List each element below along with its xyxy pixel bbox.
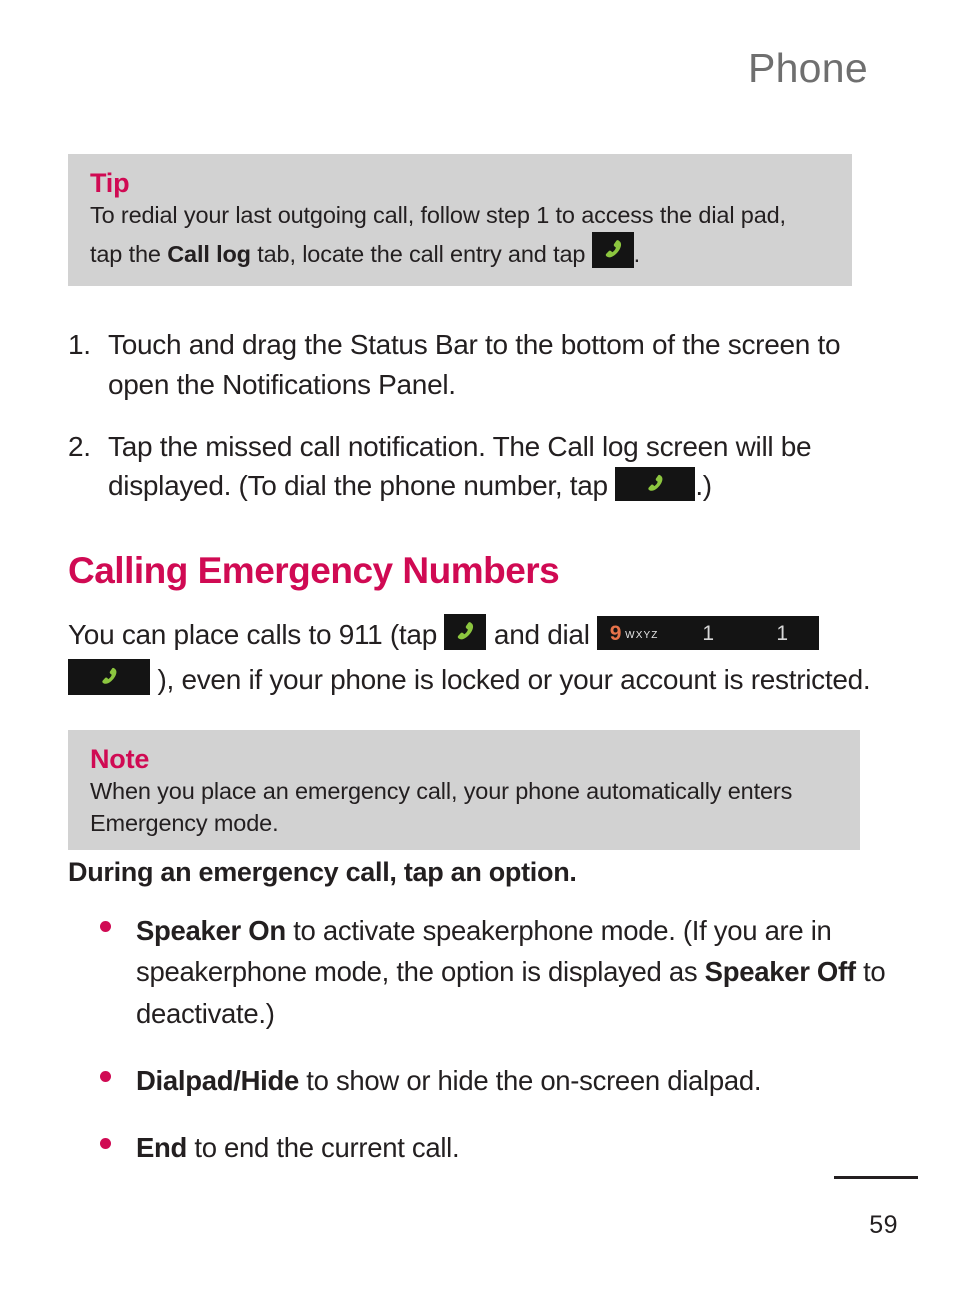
running-head-title: Phone (747, 45, 868, 91)
step-text: Touch and drag the Status Bar to the bot… (108, 329, 841, 400)
dialpad-key-9-label: 9 WXYZ (597, 616, 671, 650)
dialpad-key-1-first-label: 1 (671, 616, 745, 650)
option-text: Dialpad/Hide to show or hide the on-scre… (136, 1060, 890, 1101)
option-text: End to end the current call. (136, 1127, 890, 1168)
section-heading: Calling Emergency Numbers (68, 550, 560, 591)
phone-handset-icon[interactable] (591, 231, 634, 268)
emergency-text-a: You can place calls to 911 (tap (68, 619, 445, 650)
list-item: Speaker On to activate speakerphone mode… (100, 910, 890, 1034)
tip-title: Tip (90, 168, 130, 198)
dialpad-key-1-second-digit: 1 (776, 621, 788, 645)
phone-handset-icon[interactable] (615, 467, 696, 502)
option-term: End (136, 1132, 188, 1163)
phone-handset-glyph (97, 665, 121, 689)
dialpad-key-1-first-digit: 1 (702, 621, 714, 645)
phone-handset-glyph (452, 619, 478, 645)
phone-handset-glyph (643, 472, 667, 496)
note-title: Note (90, 744, 150, 774)
page-number: 59 (869, 1211, 898, 1239)
dialpad-key-1-first[interactable]: 1 (671, 616, 746, 650)
bullet-icon (100, 910, 136, 946)
option-desc: to show or hide the on-screen dialpad. (298, 1064, 762, 1096)
tip-line-2-prefix: tap the (90, 240, 168, 267)
step-number: 1. (68, 329, 91, 360)
dialpad-key-1-second[interactable]: 1 (745, 616, 820, 650)
emergency-text-c: ), even if your phone is locked or your … (150, 664, 871, 696)
during-call-lead-in: During an emergency call, tap an option. (68, 857, 577, 887)
bullet-icon (100, 1127, 136, 1163)
phone-handset-glyph (600, 237, 626, 263)
list-item: End to end the current call. (100, 1127, 890, 1168)
phone-handset-icon[interactable] (68, 659, 150, 696)
emergency-paragraph: You can place calls to 911 (tap and dial… (68, 612, 888, 703)
tip-calllog-bold: Call log (167, 240, 251, 267)
emergency-text-b: and dial (486, 619, 598, 650)
dialpad-key-9-digit: 9 (609, 621, 622, 645)
dialpad-key-9-letters: WXYZ (625, 629, 659, 641)
folio-rule (834, 1176, 918, 1179)
note-callout: Note When you place an emergency call, y… (68, 730, 860, 850)
step-number: 2. (68, 430, 91, 462)
option-term-alt: Speaker Off (704, 956, 856, 988)
option-desc: to end the current call. (187, 1132, 460, 1163)
step-2-text-suffix: .) (695, 470, 712, 502)
step-item: 2. Tap the missed call notification. The… (68, 427, 880, 507)
tip-line-2-suffix: . (633, 240, 641, 267)
tip-callout: Tip To redial your last outgoing call, f… (68, 154, 852, 286)
step-item: 1. Touch and drag the Status Bar to the … (68, 325, 880, 405)
option-term: Dialpad/Hide (136, 1064, 299, 1096)
note-body: When you place an emergency call, your p… (90, 778, 793, 836)
option-term: Speaker On (136, 915, 286, 946)
bullet-icon (100, 1060, 136, 1096)
during-call-options-list: Speaker On to activate speakerphone mode… (100, 910, 890, 1194)
dialpad-key-9[interactable]: 9 WXYZ (597, 616, 672, 650)
numbered-steps-list: 1. Touch and drag the Status Bar to the … (68, 325, 880, 528)
tip-body: To redial your last outgoing call, follo… (90, 200, 830, 270)
tip-line-2-middle: tab, locate the call entry and tap (250, 240, 592, 267)
list-item: Dialpad/Hide to show or hide the on-scre… (100, 1060, 890, 1101)
dialpad-key-1-second-label: 1 (745, 616, 819, 650)
option-text: Speaker On to activate speakerphone mode… (136, 910, 890, 1034)
phone-handset-icon[interactable] (444, 614, 487, 650)
tip-line-1: To redial your last outgoing call, follo… (90, 202, 786, 229)
document-page: Phone Tip To redial your last outgoing c… (0, 0, 954, 1291)
step-text: Tap the missed call notification. The Ca… (108, 427, 880, 507)
